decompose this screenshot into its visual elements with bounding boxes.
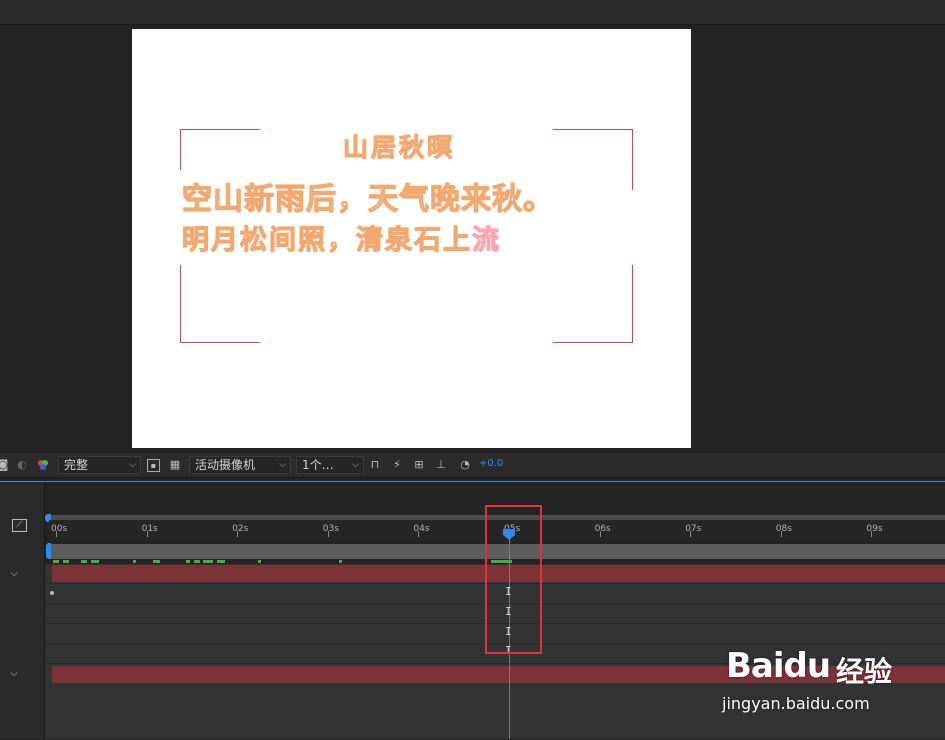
pixel-aspect-icon[interactable]: ⊓ [368, 458, 382, 472]
region-of-interest-icon[interactable]: ▪ [147, 459, 160, 472]
camera-value: 活动摄像机 [195, 458, 256, 472]
view-layout-dropdown[interactable]: 1个… ⌵ [296, 456, 364, 474]
chevron-down-icon: ⌵ [129, 460, 136, 470]
cache-mark [339, 560, 342, 563]
ruler-label: 01s [141, 524, 158, 534]
watermark-url: jingyan.baidu.com [722, 694, 870, 713]
chevron-down-icon: ⌵ [352, 460, 359, 470]
ruler-label: 04s [413, 524, 430, 534]
ruler-label: 02s [232, 524, 249, 534]
poem-glow-char: 流 [471, 224, 499, 256]
cache-mark [133, 560, 136, 563]
poem-title: 山居秋暝 [342, 132, 456, 162]
ruler-label: 08s [775, 524, 792, 534]
viewer-control-bar: ◙ ◐ 完整 ⌵ ▪ ▦ 活动摄像机 ⌵ 1个… ⌵ ⊓ ⚡ ⊞ ⊥ ◔ +0.… [0, 453, 945, 478]
cache-mark [203, 560, 213, 563]
resolution-dropdown[interactable]: 完整 ⌵ [58, 456, 141, 474]
chevron-down-icon: ⌵ [279, 460, 286, 470]
cache-mark [258, 560, 261, 563]
watermark-brand: Baidu [726, 646, 831, 686]
snapshot-camera-icon[interactable]: ◙ [0, 458, 10, 472]
cache-mark [194, 560, 200, 563]
cache-mark [81, 560, 87, 563]
timeline-layer-column: ⟋ ⌵ ⌵ [0, 482, 45, 739]
cache-mark [153, 560, 160, 563]
cache-mark [217, 560, 225, 563]
composition-canvas[interactable]: 山居秋暝 空山新雨后，天气晚来秋。 明月松间照，清泉石上流 [132, 29, 691, 448]
poem-line-2-text: 明月松间照，清泉石上 [181, 224, 472, 256]
exposure-value[interactable]: +0.0 [479, 458, 503, 469]
baidu-jingyan-watermark: Baidu 经验 jingyan.baidu.com [722, 636, 936, 718]
show-snapshot-icon[interactable]: ◐ [15, 458, 29, 472]
timeline-toggle-icon[interactable]: ⊞ [412, 458, 426, 472]
watermark-brand-cn: 经验 [836, 655, 893, 688]
poem-line-1: 空山新雨后，天气晚来秋。 [181, 181, 554, 217]
reset-exposure-icon[interactable]: ◔ [458, 458, 472, 472]
frame-corner-bottom-right [553, 265, 633, 343]
panel-top-bar [0, 0, 945, 25]
cache-mark [186, 560, 190, 563]
ruler-label: 07s [685, 524, 702, 534]
navigator-start-handle[interactable] [46, 543, 51, 559]
composition-marker-icon[interactable]: ⟋ [12, 519, 27, 532]
resolution-value: 完整 [64, 458, 89, 472]
view-layout-value: 1个… [302, 458, 334, 472]
chevron-down-icon[interactable]: ⌵ [4, 667, 24, 681]
ruler-label: 06s [594, 524, 611, 534]
cache-mark [63, 560, 69, 563]
cache-mark [91, 560, 99, 563]
cache-mark [53, 560, 59, 563]
flowchart-icon[interactable]: ⊥ [434, 458, 448, 472]
annotation-highlight-box [485, 505, 542, 654]
frame-corner-top-left [180, 129, 260, 170]
camera-dropdown[interactable]: 活动摄像机 ⌵ [189, 456, 291, 474]
fast-preview-icon[interactable]: ⚡ [390, 458, 404, 472]
ruler-label: 00s [51, 524, 68, 534]
keyframe-dot[interactable] [50, 591, 54, 595]
chevron-down-icon[interactable]: ⌵ [4, 567, 24, 581]
channel-color-icon[interactable] [36, 458, 50, 472]
frame-corner-bottom-left [180, 265, 260, 343]
frame-corner-top-right [553, 129, 633, 190]
panel-focus-line [0, 481, 945, 482]
ruler-label: 03s [322, 524, 339, 534]
transparency-grid-icon[interactable]: ▦ [168, 458, 182, 472]
ruler-label: 09s [866, 524, 883, 534]
poem-line-2: 明月松间照，清泉石上流 [181, 218, 499, 257]
